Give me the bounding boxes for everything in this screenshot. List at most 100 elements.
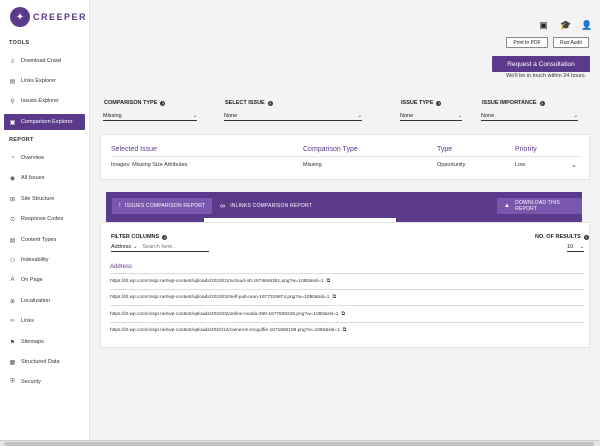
report-section-label: REPORT [9, 137, 34, 143]
tab-inlinks-comparison-report[interactable]: ∞ INLINKS COMPARISON REPORT [220, 198, 312, 214]
sidebar-item-content-types[interactable]: ▤ Content Types [4, 232, 85, 248]
column-header: Priority [515, 146, 537, 153]
divider [110, 273, 584, 274]
select-issue-select[interactable]: None ⌄ [224, 111, 362, 121]
request-consultation-button[interactable]: Request a Consultation [492, 56, 590, 72]
sidebar-item-comparison-explorer[interactable]: ▣ Comparison Explorer [4, 114, 85, 130]
sidebar-item-response-codes[interactable]: ⊙ Response Codes [4, 211, 85, 227]
sidebar-item-indexability[interactable]: ⚇ Indexability [4, 252, 85, 268]
issue-importance-label: ISSUE IMPORTANCE? [482, 100, 545, 106]
address-link[interactable]: https://i0.wp.com/crispr.net/wp-content/… [110, 279, 324, 284]
copy-icon[interactable]: ⧉ [342, 311, 345, 317]
document-icon: ▤ [9, 237, 16, 244]
sidebar-item-label: Localization [21, 298, 51, 304]
sidebar-item-structured-data[interactable]: ▦ Structured Data [4, 354, 85, 370]
results-count-label: NO. OF RESULTS? [535, 234, 589, 240]
chevron-down-icon[interactable]: ⌄ [571, 161, 577, 169]
logo[interactable]: ✦ CREEPER [10, 7, 87, 27]
print-to-pdf-button[interactable]: Print to PDF [506, 37, 548, 48]
sidebar-item-issues-explorer[interactable]: ⚲ Issues Explorer [4, 93, 85, 109]
divider [110, 305, 584, 306]
sidebar-item-overview[interactable]: ◔ Overview [4, 150, 85, 166]
copy-icon[interactable]: ⧉ [343, 327, 346, 333]
sidebar: ✦ CREEPER TOOLS ⇩ Download Crawl ▤ Links… [0, 0, 90, 440]
chevron-down-icon: ⌄ [579, 243, 584, 250]
download-report-button[interactable]: ▲ DOWNLOAD THIS REPORT [497, 198, 582, 214]
sidebar-item-label: Comparison Explorer [21, 119, 73, 125]
layout-icon[interactable]: ▣ [539, 20, 548, 31]
help-icon[interactable]: ? [162, 234, 168, 240]
logo-text: CREEPER [33, 12, 88, 22]
sidebar-item-sitemaps[interactable]: ⚑ Sitemaps [4, 334, 85, 350]
help-icon[interactable]: ? [160, 100, 166, 106]
tab-label: INLINKS COMPARISON REPORT [230, 203, 312, 209]
sidebar-item-label: Links Explorer [21, 78, 56, 84]
comparison-type-select[interactable]: Missing ⌄ [103, 111, 197, 121]
sidebar-item-download-crawl[interactable]: ⇩ Download Crawl [4, 53, 85, 69]
response-icon: ⊙ [9, 216, 16, 223]
address-link[interactable]: https://i0.wp.com/crispr.net/wp-content/… [110, 295, 329, 300]
sidebar-item-label: Issues Explorer [21, 98, 59, 104]
selected-issue-type: Opportunity [437, 162, 466, 168]
run-audit-button[interactable]: Run Audit [553, 37, 589, 48]
divider [110, 322, 584, 323]
filter-column-select[interactable]: Address ⌄ [111, 244, 137, 250]
column-header: Type [437, 146, 453, 153]
sidebar-item-label: Overview [21, 155, 44, 161]
filter-label-text: ISSUE TYPE [401, 100, 434, 106]
sidebar-item-security[interactable]: ⛨ Security [4, 374, 85, 390]
help-icon[interactable]: ? [539, 100, 545, 106]
filter-label-text: SELECT ISSUE [225, 100, 265, 106]
graduation-cap-icon[interactable]: 🎓 [560, 20, 571, 31]
alert-icon: ! [119, 203, 121, 209]
sidebar-item-localization[interactable]: ⊕ Localization [4, 293, 85, 309]
report-tabs-bar: ! ISSUES COMPARISON REPORT ∞ INLINKS COM… [106, 192, 582, 222]
selected-issue-card: Selected Issue Comparison Type Type Prio… [100, 134, 590, 180]
search-icon: ⚲ [10, 98, 15, 105]
column-header: Selected Issue [111, 146, 157, 153]
select-value: Address [111, 243, 132, 250]
sidebar-item-links[interactable]: ∞ Links [4, 313, 85, 329]
filter-label-text: COMPARISON TYPE [104, 100, 158, 106]
select-value: None [481, 112, 495, 119]
selected-issue-name: Images: Missing Size Attributes [111, 162, 188, 168]
comparison-type-label: COMPARISON TYPE? [104, 100, 166, 106]
download-icon: ⇩ [9, 58, 16, 65]
sidebar-item-links-explorer[interactable]: ▤ Links Explorer [4, 73, 85, 89]
sidebar-item-label: Security [21, 379, 41, 385]
globe-icon: ⊕ [9, 298, 16, 305]
copy-icon[interactable]: ⧉ [327, 278, 330, 284]
sidebar-item-site-structure[interactable]: ⊞ Site Structure [4, 191, 85, 207]
chevron-down-icon: ⌄ [192, 112, 197, 119]
tab-label: ISSUES COMPARISON REPORT [124, 203, 206, 209]
sidebar-item-label: Site Structure [21, 196, 55, 202]
issue-type-select[interactable]: None ⌄ [400, 111, 462, 121]
sidebar-item-on-page[interactable]: A On Page [4, 272, 85, 288]
copy-icon[interactable]: ⧉ [332, 294, 335, 300]
flag-icon: ⚑ [9, 339, 16, 346]
sidebar-item-all-issues[interactable]: ◉ All Issues [4, 170, 85, 186]
address-column-header: Address [110, 264, 133, 270]
user-icon[interactable]: 👤 [581, 20, 592, 31]
filter-columns-control: Address ⌄ [111, 242, 211, 252]
scrollbar-thumb[interactable] [4, 442, 594, 446]
table-row: https://i0.wp.com/crispr.net/wp-content/… [110, 278, 330, 285]
help-icon[interactable]: ? [267, 100, 273, 106]
robot-icon: ⚇ [9, 257, 16, 264]
help-icon[interactable]: ? [583, 234, 589, 240]
results-count-text: NO. OF RESULTS [535, 234, 581, 240]
address-link[interactable]: https://i0.wp.com/crispr.net/wp-content/… [110, 312, 339, 317]
topbar-icons: ▣ 🎓 👤 [539, 20, 592, 31]
horizontal-scrollbar[interactable] [0, 440, 600, 446]
help-icon[interactable]: ? [436, 100, 442, 106]
tab-issues-comparison-report[interactable]: ! ISSUES COMPARISON REPORT [112, 198, 213, 214]
results-count-select[interactable]: 10 ⌄ [567, 242, 584, 252]
logo-icon: ✦ [10, 7, 30, 27]
address-link[interactable]: https://i0.wp.com/crispr.net/wp-content/… [110, 328, 340, 333]
download-icon: ▲ [504, 203, 511, 209]
consultation-note: We'll be in touch within 24 hours. [506, 73, 587, 79]
issue-importance-select[interactable]: None ⌄ [481, 111, 578, 121]
sidebar-item-label: Structured Data [21, 359, 60, 365]
shield-icon: ⛨ [10, 378, 15, 385]
search-input[interactable] [142, 243, 211, 250]
